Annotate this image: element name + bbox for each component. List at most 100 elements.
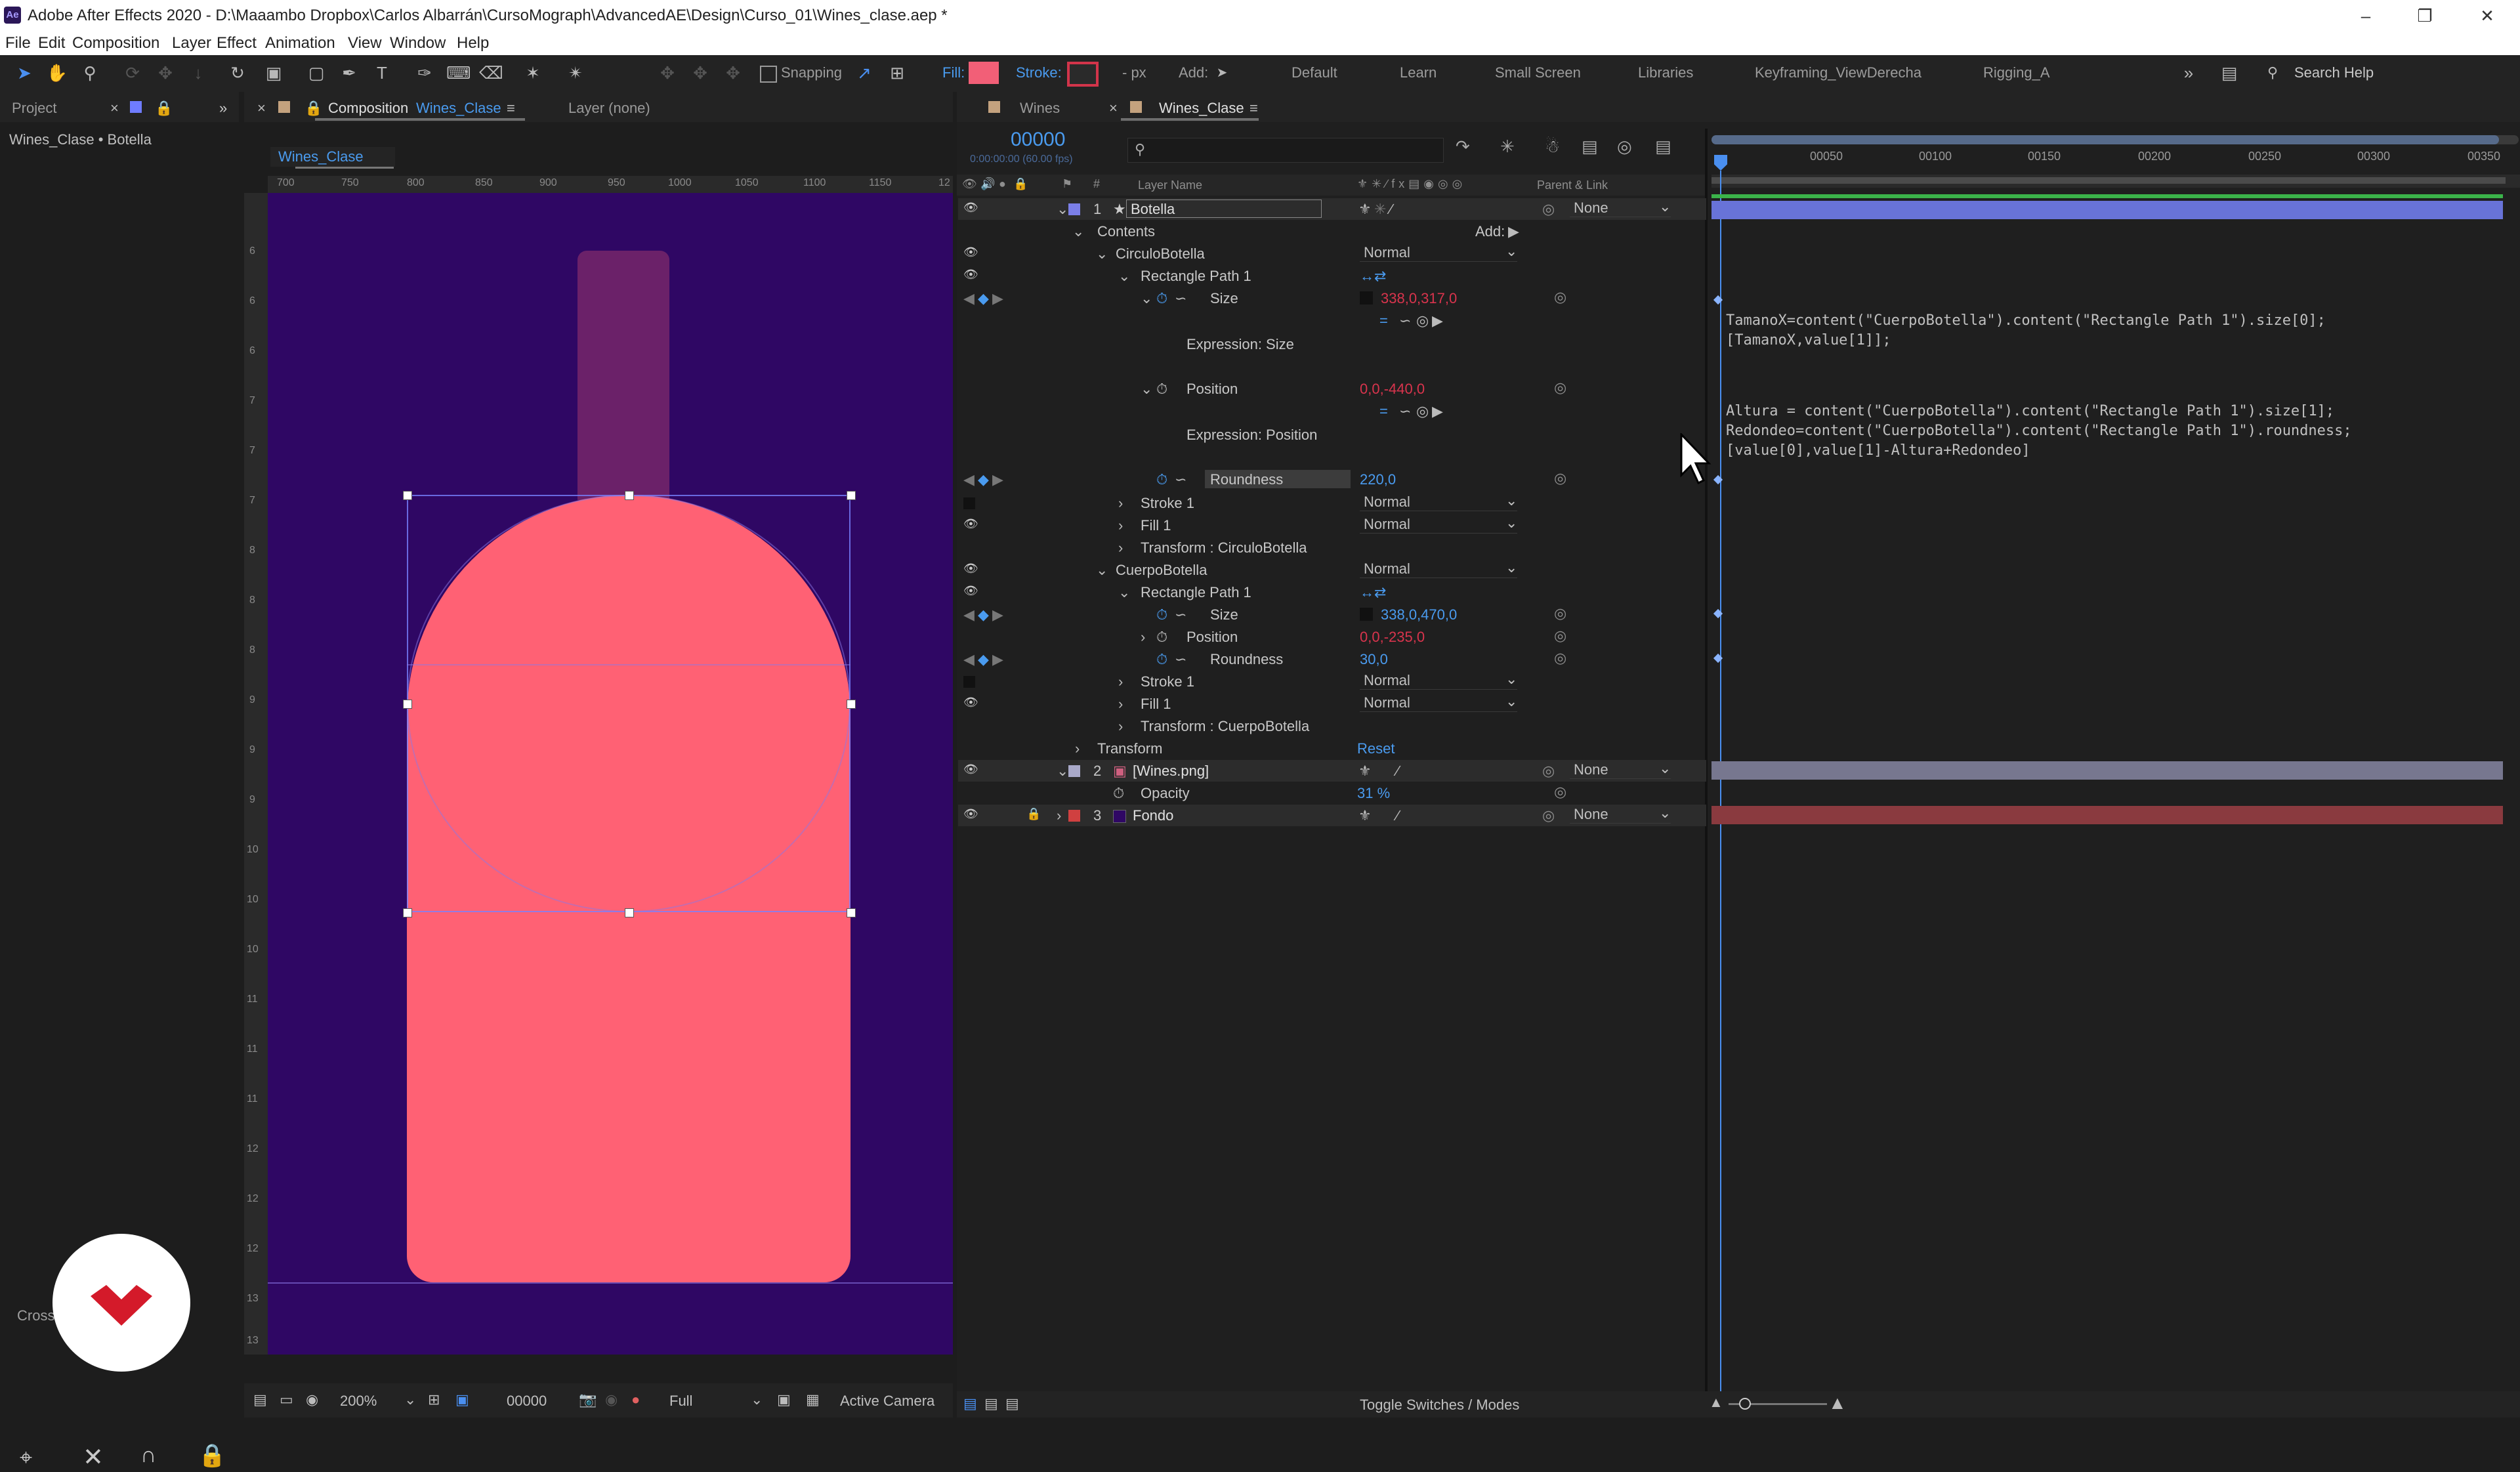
keyframe-diamond-icon[interactable]: ◆ [978,290,989,307]
layer-name[interactable]: Fondo [1133,807,1173,824]
position-property-row[interactable]: ⌄ ⏱ Position 0,0,-440,0 ◎ [958,378,1706,400]
expression-menu-icon[interactable]: ▶ [1432,312,1443,329]
layer-row-fondo[interactable]: 👁 🔒 › 3 Fondo ⚜ ∕ ◎ None ⌄ [958,805,1706,826]
menu-composition[interactable]: Composition [72,34,159,53]
workspace-keyframing[interactable]: Keyframing_ViewDerecha [1755,64,1922,81]
stopwatch-icon[interactable]: ⏱ [1156,606,1167,623]
pickwhip-icon[interactable]: ◎ [1554,605,1566,622]
expression-enable-icon[interactable]: = [1379,312,1388,329]
blend-mode-dropdown[interactable]: Normal ⌄ [1360,492,1517,511]
lock-crosshair-icon[interactable]: 🔒 [198,1442,226,1469]
tab-layer[interactable]: Layer (none) [568,100,650,117]
zoom-tool-icon[interactable]: ⚲ [79,62,101,84]
expand-chevron-icon[interactable]: › [1118,696,1123,713]
tab-wines[interactable]: Wines [1020,100,1060,117]
chevron-down-icon[interactable]: ⌄ [404,1391,416,1408]
size-property-row[interactable]: ◀ ◆ ▶ ⌄ ⏱ ∽ Size 338,0,317,0 ◎ [958,287,1706,309]
next-keyframe-icon[interactable]: ▶ [992,651,1003,668]
stopwatch-icon[interactable]: ⏱ [1156,629,1167,646]
close-button[interactable]: ✕ [2468,3,2507,29]
rotation-tool-icon[interactable]: ↻ [226,62,249,84]
stopwatch-icon[interactable]: ⏱ [1156,290,1167,307]
transform-handle[interactable] [403,908,412,917]
magnet-icon[interactable]: ∩ [140,1442,156,1468]
comp-viewer[interactable] [268,193,953,1355]
transform-handle[interactable] [625,491,634,500]
workspace-default[interactable]: Default [1292,64,1337,81]
expand-chevron-icon[interactable]: › [1118,495,1123,512]
expression-enable-icon[interactable]: = [1379,403,1388,420]
menu-view[interactable]: View [348,34,382,53]
draft-3d-icon[interactable]: ✳ [1500,137,1515,157]
minimize-button[interactable]: – [2346,3,2385,29]
anchor-tool-icon[interactable]: ▣ [262,62,285,84]
comp-mini-flowchart-icon[interactable]: ↷ [1456,137,1470,157]
camera-dropdown[interactable]: Active Camera [840,1393,934,1410]
roundness-property-row[interactable]: ◀ ◆ ▶ ⏱ ∽ Roundness 30,0 ◎ [958,648,1706,670]
expand-chevron-icon[interactable]: › [1118,673,1123,690]
expression-pickwhip-icon[interactable]: ◎ [1416,312,1429,329]
menu-help[interactable]: Help [457,34,489,53]
size-value[interactable]: 338,0,470,0 [1381,606,1457,623]
axis-world-icon[interactable]: ✥ [689,62,711,84]
comp-timecode[interactable]: 00000 [507,1393,547,1410]
add-shape-icon[interactable]: ➤ [1211,62,1233,84]
pickwhip-icon[interactable]: ◎ [1542,763,1555,780]
work-area-range[interactable] [1712,177,2506,184]
roundness-value[interactable]: 220,0 [1360,471,1396,488]
transform-handle[interactable] [403,700,412,709]
fill-swatch[interactable] [969,62,999,84]
blend-mode-dropdown[interactable]: Normal ⌄ [1360,559,1517,578]
workspace-rigging[interactable]: Rigging_A [1983,64,2050,81]
prev-keyframe-icon[interactable]: ◀ [963,651,975,668]
parent-dropdown[interactable]: None ⌄ [1570,760,1671,779]
layer-search-input[interactable]: ⚲ [1127,138,1444,163]
parent-dropdown[interactable]: None ⌄ [1570,198,1671,217]
expression-size-text[interactable]: TamanoX=content("CuerpoBotella").content… [1726,311,2326,350]
visibility-off-icon[interactable] [963,497,975,509]
visibility-eye-icon[interactable]: 👁 [963,517,978,531]
layer-name-header[interactable]: Layer Name [1138,179,1202,192]
monitor-icon[interactable]: ▭ [280,1391,293,1408]
axis-local-icon[interactable]: ✥ [656,62,679,84]
crosshair-icon[interactable]: ⌖ [20,1445,32,1471]
comp-menu-icon[interactable]: ≡ [507,100,515,117]
snap-features-icon[interactable]: ⊞ [886,62,908,84]
visibility-off-icon[interactable] [963,676,975,688]
link-toggle-icon[interactable] [1360,608,1373,621]
expand-chevron-icon[interactable]: › [1057,807,1061,824]
shy-layers-icon[interactable]: ☃ [1545,137,1560,157]
layer-lock-icon[interactable]: 🔒 [1026,807,1041,821]
expand-chevron-icon[interactable]: ⌄ [1057,763,1068,780]
visibility-eye-icon[interactable]: 👁 [963,245,978,259]
tab-project[interactable]: Project [12,100,56,117]
prev-keyframe-icon[interactable]: ◀ [963,606,975,623]
work-area-bar[interactable] [1712,175,2520,188]
transform-handle[interactable] [625,908,634,917]
layer-name-field[interactable]: Botella [1126,200,1322,218]
stopwatch-icon[interactable]: ⏱ [1156,471,1167,488]
roundness-property-row[interactable]: ◀ ◆ ▶ ⏱ ∽ Roundness 220,0 ◎ [958,469,1706,490]
layer-bar-wines[interactable] [1712,761,2503,780]
comp-lock-icon[interactable]: 🔒 [304,100,322,117]
expand-chevron-icon[interactable]: ⌄ [1072,223,1084,240]
blend-mode-dropdown[interactable]: Normal ⌄ [1360,515,1517,534]
layer-bar-fondo[interactable] [1712,806,2503,824]
pickwhip-icon[interactable]: ◎ [1554,470,1566,487]
toggle-switches-modes[interactable]: Toggle Switches / Modes [1360,1397,1519,1414]
resolution-dropdown[interactable]: Full [669,1393,692,1410]
workspaces-overflow-icon[interactable]: » [2177,62,2200,84]
tab-wines-clase[interactable]: Wines_Clase [1159,100,1244,117]
menu-window[interactable]: Window [390,34,446,53]
keyframe-diamond-icon[interactable]: ◆ [978,606,989,623]
size-property-row[interactable]: ◀ ◆ ▶ ⏱ ∽ Size 338,0,470,0 ◎ [958,604,1706,625]
quality-switch-icon[interactable]: ∕ [1396,763,1399,780]
expression-graph-icon[interactable]: ∽ [1399,403,1411,420]
layer-switches-icon[interactable]: ▤ [963,1395,977,1412]
expand-chevron-icon[interactable]: ⌄ [1118,584,1130,601]
transform-group-row[interactable]: › Transform : CirculoBotella [958,537,1706,558]
stroke-row[interactable]: › Stroke 1 Normal ⌄ [958,492,1706,514]
visibility-eye-icon[interactable]: 👁 [963,763,978,776]
expand-chevron-icon[interactable]: ⌄ [1096,562,1108,579]
zoom-slider-thumb[interactable] [1739,1398,1751,1410]
